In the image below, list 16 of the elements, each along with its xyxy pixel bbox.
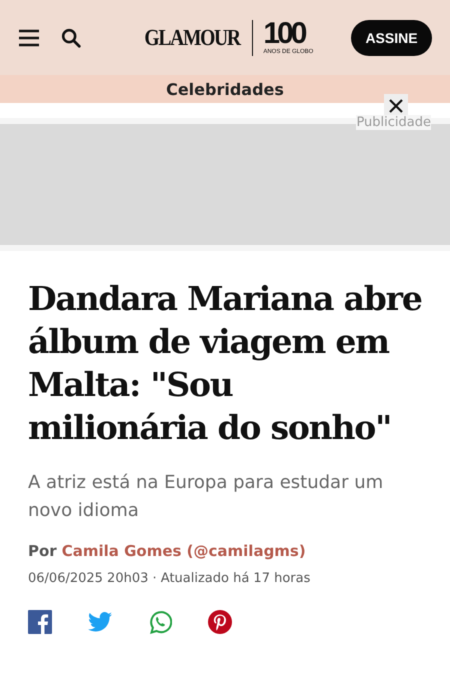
logo-wordmark[interactable]: GLAMOUR [144,24,240,50]
logo-number: 100 [263,20,304,48]
author-link[interactable]: Camila Gomes (@camilagms) [62,542,306,560]
byline-prefix: Por [28,542,57,560]
close-icon[interactable] [384,94,408,118]
ad-label: Publicidade [356,115,431,130]
facebook-icon[interactable] [28,610,52,634]
pinterest-icon[interactable] [208,610,232,634]
search-icon[interactable] [60,26,82,48]
article-subtitle: A atriz está na Europa para estudar um novo idioma [28,471,384,523]
bird-icon[interactable] [88,612,112,632]
article-timestamp: 06/06/2025 20h03 · Atualizado há 17 horas [28,571,312,586]
whatsapp-icon[interactable] [148,610,172,634]
section-title[interactable]: Celebridades [166,80,284,98]
article-title: Dandara Mariana abre álbum de viagem em Malta: "Sou milionária do sonho" [28,278,422,449]
subscribe-button[interactable]: ASSINE [351,20,432,56]
